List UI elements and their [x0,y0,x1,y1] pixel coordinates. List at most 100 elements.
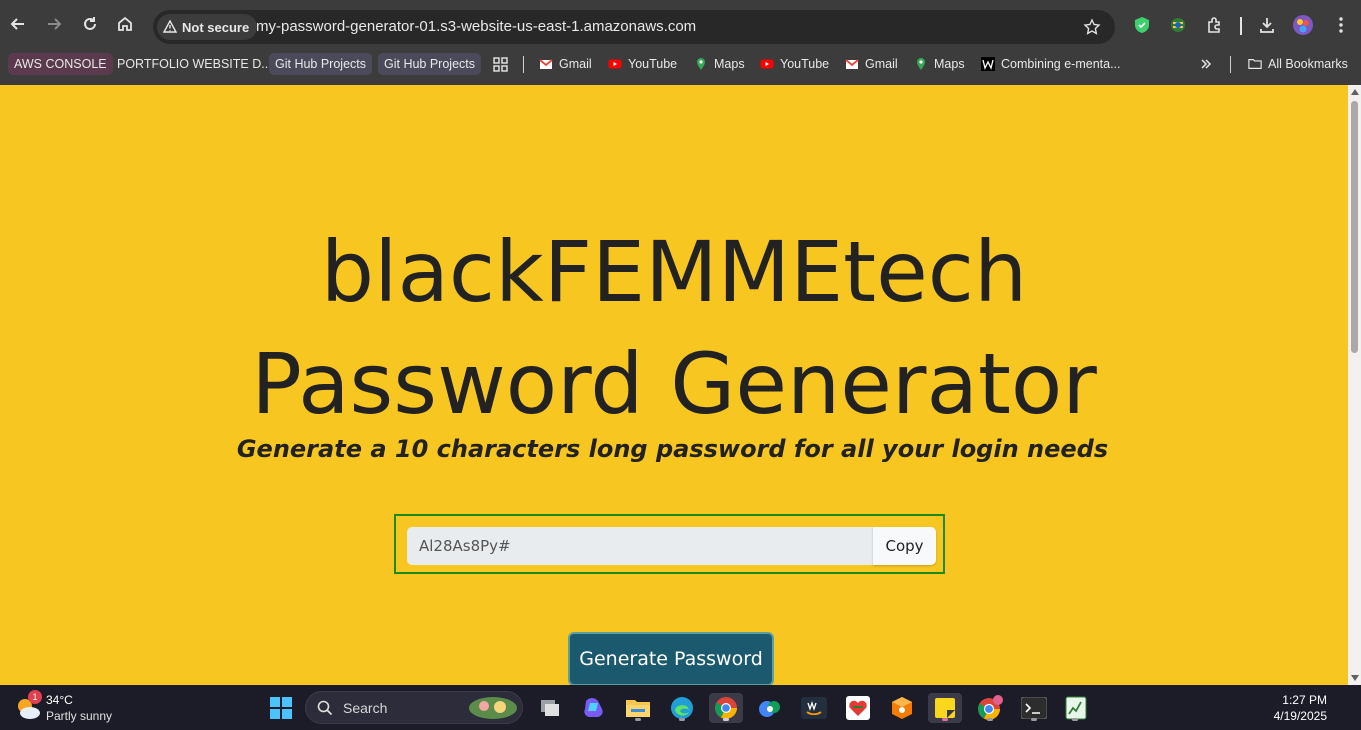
forward-arrow-icon [48,18,62,30]
menu-kebab-icon[interactable] [1330,14,1352,36]
maps-pin-icon [917,58,925,70]
task-manager-icon[interactable] [1061,693,1091,723]
package-app-icon[interactable] [887,693,917,723]
bookmark-label: YouTube [780,57,830,71]
page-scrollbar[interactable] [1348,85,1361,685]
bookmark-youtube-2[interactable]: YouTube [760,53,829,75]
edge-icon[interactable] [667,693,697,723]
forward-button[interactable] [40,10,68,38]
bookmark-gmail-1[interactable]: Gmail [539,53,592,75]
youtube-icon [760,59,774,69]
bookmark-maps-2[interactable]: Maps [914,53,965,75]
bookmark-youtube-1[interactable]: YouTube [608,53,677,75]
scroll-thumb[interactable] [1351,101,1358,353]
bookmark-portfolio[interactable]: PORTFOLIO WEBSITE D... [117,53,272,75]
security-indicator[interactable]: Not secure [157,14,258,40]
bookmark-github-projects-1[interactable]: Git Hub Projects [269,53,373,75]
system-clock[interactable]: 1:27 PM 4/19/2025 [1274,692,1327,724]
globe-extension-icon[interactable] [1167,14,1189,36]
copy-button[interactable]: Copy [873,527,936,565]
weather-widget[interactable]: 1 34°C Partly sunny [14,690,124,726]
warning-icon [163,20,177,33]
browser-chrome: Not secure my-password-generator-01.s3-w… [0,0,1361,85]
windows-logo-icon [270,697,292,719]
clock-time: 1:27 PM [1282,693,1327,707]
scroll-down-arrow-icon[interactable] [1351,675,1359,681]
w-logo-icon [981,57,995,71]
weather-temperature: 34°C [46,693,73,707]
bookmark-label: Combining e-menta... [1001,57,1121,71]
address-bar[interactable]: Not secure my-password-generator-01.s3-w… [153,10,1115,44]
scroll-up-arrow-icon[interactable] [1351,89,1359,95]
m365-copilot-icon[interactable] [579,693,609,723]
home-button[interactable] [111,10,139,38]
running-indicator [942,718,948,721]
security-label: Not secure [182,19,250,35]
apps-grid-button[interactable] [493,53,508,75]
bookmark-label: PORTFOLIO WEBSITE D... [117,57,272,71]
bookmark-label: AWS CONSOLE [14,57,107,71]
running-indicator [1072,718,1078,721]
chrome-profile-icon[interactable] [755,693,785,723]
bookmark-star-button[interactable] [1081,16,1103,38]
running-indicator [679,718,685,721]
back-button[interactable] [4,10,32,38]
apps-grid-icon [493,56,508,72]
shield-extension-icon[interactable] [1131,14,1153,36]
bookmark-maps-1[interactable]: Maps [694,53,745,75]
toolbar-divider [1240,17,1242,35]
gmail-icon [539,59,553,69]
heart-app-icon[interactable] [843,693,873,723]
url-text[interactable]: my-password-generator-01.s3-website-us-e… [256,18,696,35]
downloads-icon[interactable] [1256,14,1278,36]
extensions-puzzle-icon[interactable] [1204,14,1226,36]
windows-taskbar: 1 34°C Partly sunny Search 1:27 PM 4/19/… [0,685,1361,730]
bookmark-combining[interactable]: Combining e-menta... [981,53,1121,75]
clock-date: 4/19/2025 [1273,709,1327,723]
folder-icon [1248,59,1262,69]
reload-button[interactable] [76,10,104,38]
bookmark-label: Gmail [865,57,898,71]
page-content: blackFEMMEtech Password Generator Genera… [0,85,1348,685]
start-button[interactable] [266,693,296,723]
file-explorer-icon[interactable] [623,693,653,723]
profile-avatar-icon[interactable] [1292,14,1314,36]
search-icon [317,700,333,716]
chrome-icon[interactable] [709,693,743,723]
bookmarks-divider [1230,56,1231,73]
bookmark-label: Git Hub Projects [384,57,476,71]
page-subtitle: Generate a 10 characters long password f… [236,435,1109,463]
back-arrow-icon [10,18,24,30]
page-title: Password Generator [251,335,1097,433]
home-icon [118,16,132,31]
aws-icon[interactable] [799,693,829,723]
bookmark-aws-console[interactable]: AWS CONSOLE [8,53,113,75]
all-bookmarks-button[interactable]: All Bookmarks [1248,53,1348,75]
running-indicator [723,718,729,721]
bookmarks-divider [523,56,524,73]
youtube-icon [608,59,622,69]
search-highlight-icon [469,697,517,719]
more-bookmarks-button[interactable] [1200,53,1212,75]
password-output-field[interactable] [407,527,874,565]
weather-badge: 1 [28,690,42,704]
bookmark-label: Git Hub Projects [275,57,367,71]
taskbar-search[interactable]: Search [305,691,523,724]
running-indicator [1031,718,1037,721]
star-icon [1083,18,1101,35]
bookmark-gmail-2[interactable]: Gmail [845,53,898,75]
weather-description: Partly sunny [46,709,113,723]
sticky-notes-icon[interactable] [928,693,962,723]
chrome-badge-icon[interactable] [975,693,1005,723]
chevron-double-right-icon [1201,59,1212,69]
bookmarks-bar: AWS CONSOLE PORTFOLIO WEBSITE D... Git H… [0,50,1361,78]
bookmark-label: Gmail [559,57,592,71]
task-view-icon[interactable] [535,693,565,723]
terminal-icon[interactable] [1019,693,1049,723]
bookmark-label: Maps [934,57,965,71]
all-bookmarks-label: All Bookmarks [1268,57,1348,71]
running-indicator [987,718,993,721]
running-indicator [635,718,641,721]
generate-password-button[interactable]: Generate Password [568,632,774,685]
bookmark-github-projects-2[interactable]: Git Hub Projects [378,53,482,75]
